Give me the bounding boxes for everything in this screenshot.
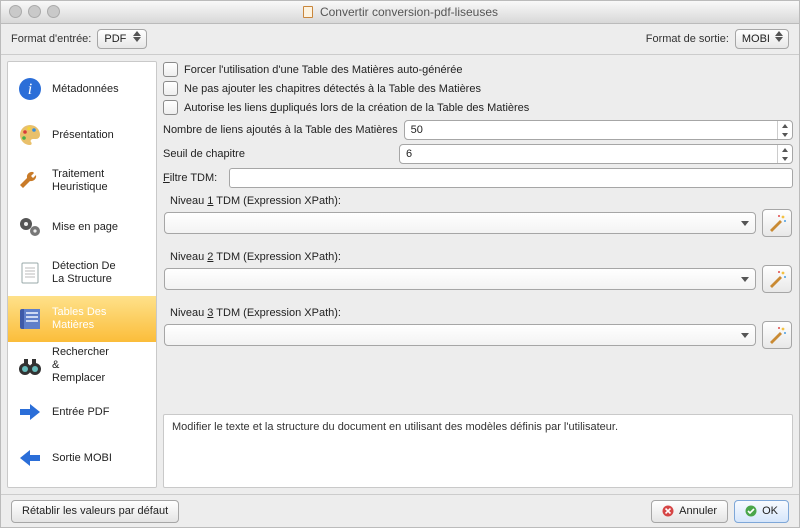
no-add-chapters-checkbox[interactable] [163,81,178,96]
restore-defaults-button[interactable]: Rétablir les valeurs par défaut [11,500,179,523]
wrench-icon [16,167,44,195]
sidebar-item-structure[interactable]: Détection De La Structure [8,250,156,296]
arrow-right-icon [16,398,44,426]
window-controls [9,5,60,18]
sidebar-item-toc[interactable]: Tables Des Matières [8,296,156,342]
toc-panel: Forcer l'utilisation d'une Table des Mat… [163,61,793,488]
xpath-level2-wizard-button[interactable] [762,265,792,293]
sidebar-item-label: Tables Des Matières [52,306,106,332]
input-format-label: Format d'entrée: [11,33,91,45]
sidebar-item-label: Détection De La Structure [52,260,116,286]
sidebar-item-pdfin[interactable]: Entrée PDF [8,389,156,435]
book-icon [16,305,44,333]
dup-links-checkbox[interactable] [163,100,178,115]
sidebar-item-label: Entrée PDF [52,406,109,419]
window-title: Convertir conversion-pdf-liseuses [320,5,498,19]
cancel-button[interactable]: Annuler [651,500,728,523]
links-count-spinner[interactable]: 50 [404,120,793,140]
sidebar-item-label: Présentation [52,129,114,142]
toc-filter-label: Filtre TDM: [163,172,223,184]
minimize-window-button[interactable] [28,5,41,18]
document-icon [16,259,44,287]
ok-icon [745,505,757,517]
gears-icon [16,213,44,241]
sidebar-item-pagesetup[interactable]: Mise en page [8,204,156,250]
xpath-level3-combo[interactable] [164,324,756,346]
force-toc-checkbox[interactable] [163,62,178,77]
titlebar: Convertir conversion-pdf-liseuses [1,1,799,24]
convert-dialog: Convertir conversion-pdf-liseuses Format… [0,0,800,528]
dialog-footer: Rétablir les valeurs par défaut Annuler … [1,494,799,527]
zoom-window-button[interactable] [47,5,60,18]
info-icon: i [16,75,44,103]
xpath-level1-combo[interactable] [164,212,756,234]
ok-button[interactable]: OK [734,500,789,523]
svg-text:i: i [28,81,32,98]
no-add-chapters-label: Ne pas ajouter les chapitres détectés à … [184,83,481,95]
toc-filter-input[interactable] [229,168,793,188]
sidebar: i Métadonnées Présentation Traitement He… [7,61,157,488]
palette-icon [16,121,44,149]
sidebar-item-metadata[interactable]: i Métadonnées [8,66,156,112]
sidebar-item-mobiout[interactable]: Sortie MOBI [8,435,156,481]
cancel-icon [662,505,674,517]
chapter-threshold-spinner[interactable]: 6 [399,144,793,164]
sidebar-item-label: Métadonnées [52,83,119,96]
dup-links-label: Autorise les liens dupliqués lors de la … [184,102,529,114]
xpath-level3-wizard-button[interactable] [762,321,792,349]
input-format-select[interactable]: PDF [97,29,147,49]
format-toolbar: Format d'entrée: PDF Format de sortie: M… [1,24,799,55]
xpath-level1-label: Niveau 1 TDM (Expression XPath): [170,195,792,207]
sidebar-item-replace[interactable]: Rechercher & Remplacer [8,342,156,389]
chapter-threshold-label: Seuil de chapitre [163,148,393,160]
sidebar-item-heuristic[interactable]: Traitement Heuristique [8,158,156,204]
xpath-level2-combo[interactable] [164,268,756,290]
sidebar-item-label: Traitement Heuristique [52,168,108,194]
links-count-label: Nombre de liens ajoutés à la Table des M… [163,124,398,136]
stepper-up[interactable] [778,121,792,130]
binoculars-icon [16,352,44,380]
stepper-down[interactable] [778,154,792,163]
help-text: Modifier le texte et la structure du doc… [163,414,793,488]
force-toc-label: Forcer l'utilisation d'une Table des Mat… [184,64,463,76]
sidebar-item-label: Mise en page [52,221,118,234]
arrow-left-icon [16,444,44,472]
wand-icon [767,213,787,233]
app-icon [302,6,314,18]
wand-icon [767,269,787,289]
sidebar-item-label: Sortie MOBI [52,452,112,465]
xpath-level2-label: Niveau 2 TDM (Expression XPath): [170,251,792,263]
sidebar-item-presentation[interactable]: Présentation [8,112,156,158]
wand-icon [767,325,787,345]
close-window-button[interactable] [9,5,22,18]
xpath-level1-wizard-button[interactable] [762,209,792,237]
stepper-up[interactable] [778,145,792,154]
output-format-label: Format de sortie: [646,33,729,45]
sidebar-item-debug[interactable]: Déboguer [8,481,156,488]
stepper-down[interactable] [778,130,792,139]
output-format-select[interactable]: MOBI [735,29,789,49]
xpath-level3-label: Niveau 3 TDM (Expression XPath): [170,307,792,319]
sidebar-item-label: Rechercher & Remplacer [52,346,109,385]
